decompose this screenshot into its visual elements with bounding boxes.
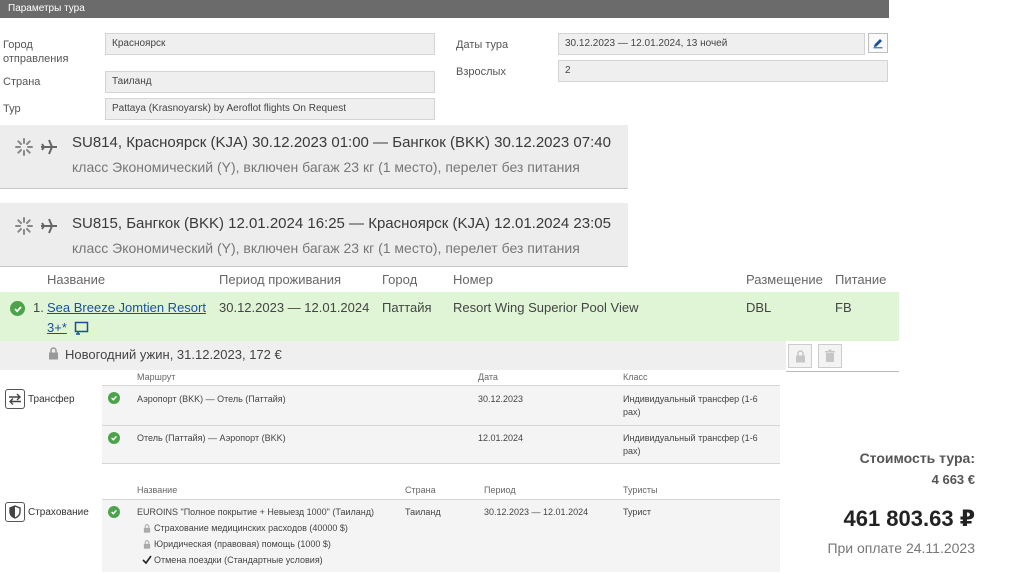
hotel-stars-link[interactable]: 3+* <box>47 320 67 335</box>
check-circle-icon <box>108 432 120 444</box>
hotel-room: Resort Wing Superior Pool View <box>453 300 639 315</box>
insurance-section-label: Страхование <box>28 507 89 518</box>
col-header-accommodation: Размещение <box>746 272 823 287</box>
hotel-row: 1. Sea Breeze Jomtien Resort 3+* 30.12.2… <box>0 292 899 341</box>
insurance-item: Юридическая (правовая) помощь (1000 $) <box>154 539 331 549</box>
col-header-room: Номер <box>453 272 494 287</box>
loading-spinner-icon <box>15 138 33 156</box>
extra-service-text: Новогодний ужин, 31.12.2023, 172 € <box>65 347 282 362</box>
dates-field[interactable]: 30.12.2023 — 12.01.2024, 13 ночей <box>558 33 865 55</box>
insurance-item: Отмена поездки (Стандартные условия) <box>154 555 323 565</box>
col-header-date: Дата <box>478 372 498 382</box>
hotel-name-link[interactable]: Sea Breeze Jomtien Resort <box>47 300 206 315</box>
adults-field[interactable]: 2 <box>558 60 888 82</box>
col-header-country: Страна <box>405 485 436 495</box>
flight-block-outbound: SU814, Красноярск (KJA) 30.12.2023 01:00… <box>0 125 628 189</box>
trash-icon <box>825 349 835 362</box>
col-header-period: Период проживания <box>219 272 341 287</box>
extra-service-row: Новогодний ужин, 31.12.2023, 172 € <box>0 341 842 370</box>
country-field[interactable]: Таиланд <box>105 71 435 93</box>
transfer-row: Аэропорт (BKK) — Отель (Паттайя) 30.12.2… <box>102 385 780 425</box>
transfer-icon <box>5 389 25 409</box>
shield-icon <box>5 502 25 522</box>
dates-label: Даты тура <box>456 39 509 51</box>
col-header-meal: Питание <box>835 272 887 287</box>
airplane-icon <box>41 218 57 234</box>
insurance-period: 30.12.2023 — 12.01.2024 <box>484 507 589 517</box>
check-circle-icon <box>108 392 120 404</box>
col-header-city: Город <box>382 272 418 287</box>
hotel-index: 1. <box>33 300 44 315</box>
insurance-row: EUROINS "Полное покрытие + Невыезд 1000"… <box>102 499 780 572</box>
flight-block-return: SU815, Бангкок (BKK) 12.01.2024 16:25 — … <box>0 203 628 267</box>
transfer-date: 12.01.2024 <box>478 433 524 443</box>
edit-dates-button[interactable] <box>868 33 888 53</box>
checkmark-icon <box>142 555 152 565</box>
transfer-class: Индивидуальный трансфер (1-6 pax) <box>623 394 758 417</box>
lock-icon <box>49 347 58 360</box>
lock-icon <box>143 524 151 533</box>
payment-date: При оплате 24.11.2023 <box>827 540 975 556</box>
city-field[interactable]: Красноярск <box>105 33 435 55</box>
transfer-row: Отель (Паттайя) — Аэропорт (BKK) 12.01.2… <box>102 425 780 464</box>
col-header-name: Название <box>47 272 106 287</box>
flight-details: класс Экономический (Y), включен багаж 2… <box>72 240 580 256</box>
price-label: Стоимость тура: <box>859 450 975 466</box>
transfer-class: Индивидуальный трансфер (1-6 pax) <box>623 433 758 456</box>
flight-route: SU814, Красноярск (KJA) 30.12.2023 01:00… <box>72 134 611 151</box>
tour-field[interactable]: Pattaya (Krasnoyarsk) by Aeroflot flight… <box>105 98 435 120</box>
tour-label: Тур <box>3 103 21 115</box>
col-header-class: Класс <box>623 372 648 382</box>
col-header-period: Период <box>484 485 516 495</box>
insurance-item: Страхование медицинских расходов (40000 … <box>154 523 348 533</box>
pencil-icon <box>873 39 883 49</box>
section-header: Параметры тура <box>0 0 889 18</box>
divider <box>786 371 899 372</box>
airplane-icon <box>41 139 57 155</box>
country-label: Страна <box>3 76 41 88</box>
flight-route: SU815, Бангкок (BKK) 12.01.2024 16:25 — … <box>72 215 611 232</box>
check-circle-icon <box>10 301 25 316</box>
lock-icon <box>795 349 805 362</box>
col-header-name: Название <box>137 485 178 495</box>
hotel-preview-icon[interactable] <box>74 321 90 340</box>
insurance-tourists: Турист <box>623 507 652 517</box>
city-label: Город отправления <box>3 39 69 65</box>
price-eur: 4 663 € <box>931 472 975 487</box>
hotel-accommodation: DBL <box>746 300 772 315</box>
flight-details: класс Экономический (Y), включен багаж 2… <box>72 159 580 175</box>
transfer-route: Аэропорт (BKK) — Отель (Паттайя) <box>137 394 286 404</box>
col-header-tourists: Туристы <box>623 485 658 495</box>
check-circle-icon <box>108 506 120 518</box>
price-rub: 461 803.63 ₽ <box>843 506 975 531</box>
transfer-date: 30.12.2023 <box>478 394 524 404</box>
lock-button[interactable] <box>788 344 812 368</box>
insurance-country: Таиланд <box>405 507 441 517</box>
delete-button[interactable] <box>818 344 842 368</box>
adults-label: Взрослых <box>456 66 506 78</box>
hotel-meal: FB <box>835 300 852 315</box>
hotel-city: Паттайя <box>382 300 432 315</box>
hotel-period: 30.12.2023 — 12.01.2024 <box>219 300 370 315</box>
insurance-name: EUROINS "Полное покрытие + Невыезд 1000"… <box>137 507 374 517</box>
transfer-route: Отель (Паттайя) — Аэропорт (BKK) <box>137 433 286 443</box>
lock-icon <box>143 540 151 549</box>
col-header-route: Маршрут <box>137 372 176 382</box>
transfer-section-label: Трансфер <box>28 394 75 405</box>
loading-spinner-icon <box>15 217 33 235</box>
